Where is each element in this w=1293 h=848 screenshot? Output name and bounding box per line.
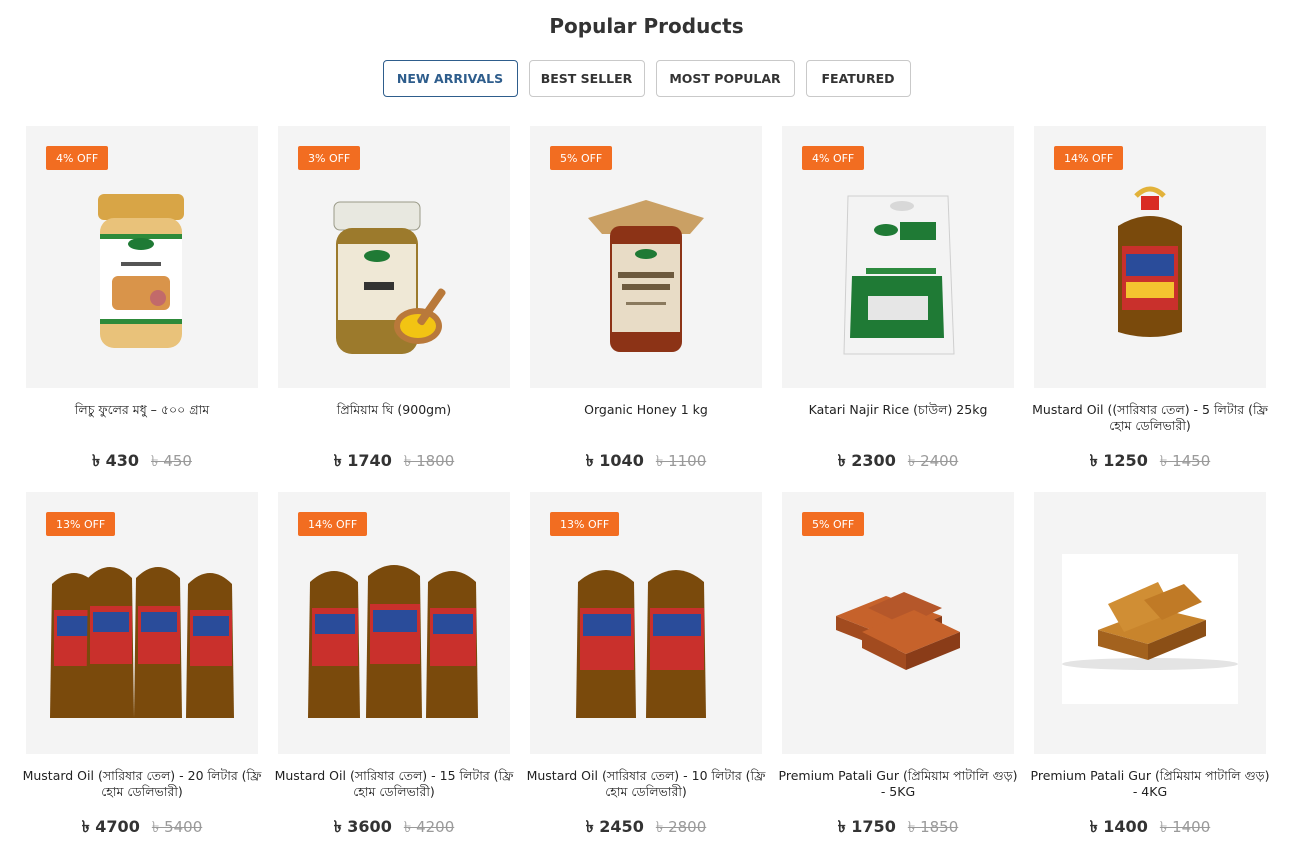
product-image[interactable]: 5% OFF [782, 492, 1014, 754]
old-price: ৳ 1450 [1159, 452, 1211, 470]
product-card[interactable]: 14% OFF Mustard Oil ((সারিষার তেল) - 5 ল… [1032, 126, 1268, 492]
current-price: ৳ 430 [92, 451, 140, 470]
current-price: ৳ 4700 [81, 817, 140, 836]
product-name[interactable]: প্রিমিয়াম ঘি (900gm) [272, 402, 516, 418]
discount-badge: 5% OFF [550, 146, 613, 170]
section-title: Popular Products [549, 14, 744, 38]
product-prices: ৳ 1750 ৳ 1850 [782, 814, 1014, 841]
current-price: ৳ 1250 [1089, 451, 1148, 470]
product-name[interactable]: Mustard Oil ((সারিষার তেল) - 5 লিটার (ফ্… [1028, 402, 1272, 434]
product-image[interactable]: 4% OFF [26, 126, 258, 388]
old-price: ৳ 2400 [907, 452, 959, 470]
product-card[interactable]: 5% OFF Premium Patali Gur (প্রিমিয়াম পা… [779, 492, 1017, 848]
discount-badge: 3% OFF [298, 146, 361, 170]
old-price: ৳ 5400 [151, 818, 203, 836]
product-prices: ৳ 2450 ৳ 2800 [530, 814, 762, 841]
tab-best-seller[interactable]: BEST SELLER [528, 60, 645, 97]
tab-new-arrivals[interactable]: NEW ARRIVALS [382, 60, 518, 97]
product-card[interactable]: 3% OFF প্রিমিয়াম ঘি (900gm) ৳ 1740 ৳ 18… [278, 126, 510, 492]
discount-badge: 13% OFF [550, 512, 620, 536]
product-prices: ৳ 1400 ৳ 1400 [1034, 814, 1266, 841]
old-price: ৳ 1850 [907, 818, 959, 836]
current-price: ৳ 1400 [1089, 817, 1148, 836]
tab-featured[interactable]: FEATURED [805, 60, 911, 97]
discount-badge: 14% OFF [298, 512, 368, 536]
product-card[interactable]: 14% OFF Mustard Oil (সারিষার তেল) - 15 ল… [275, 492, 513, 848]
product-name[interactable]: Organic Honey 1 kg [524, 402, 768, 418]
current-price: ৳ 1040 [585, 451, 644, 470]
product-card[interactable]: 4% OFF লিচু ফুলের মধু – ৫০০ গ্রাম ৳ 430 … [26, 126, 258, 492]
product-card[interactable]: 5% OFF Organic Honey 1 kg ৳ 1040 ৳ 1100 [530, 126, 762, 492]
product-prices: ৳ 1740 ৳ 1800 [278, 448, 510, 475]
product-image[interactable] [1034, 492, 1266, 754]
product-name[interactable]: Premium Patali Gur (প্রিমিয়াম পাটালি গু… [776, 768, 1020, 800]
current-price: ৳ 1740 [333, 451, 392, 470]
product-image[interactable]: 14% OFF [1034, 126, 1266, 388]
product-image[interactable]: 5% OFF [530, 126, 762, 388]
current-price: ৳ 2300 [837, 451, 896, 470]
product-image[interactable]: 4% OFF [782, 126, 1014, 388]
product-prices: ৳ 430 ৳ 450 [26, 448, 258, 475]
product-name[interactable]: Katari Najir Rice (চাউল) 25kg [776, 402, 1020, 418]
product-image[interactable]: 3% OFF [278, 126, 510, 388]
product-card[interactable]: 13% OFF Mustard Oil (সারিষার তেল) - 20 ল… [23, 492, 261, 848]
current-price: ৳ 3600 [333, 817, 392, 836]
old-price: ৳ 1100 [655, 452, 707, 470]
product-card[interactable]: 4% OFF Katari Najir Rice (চাউল) 25kg ৳ 2… [782, 126, 1014, 492]
tab-most-popular[interactable]: MOST POPULAR [655, 60, 795, 97]
product-name[interactable]: Mustard Oil (সারিষার তেল) - 10 লিটার (ফ্… [524, 768, 768, 800]
product-image[interactable]: 13% OFF [530, 492, 762, 754]
current-price: ৳ 2450 [585, 817, 644, 836]
old-price: ৳ 2800 [655, 818, 707, 836]
old-price: ৳ 1800 [403, 452, 455, 470]
discount-badge: 4% OFF [802, 146, 865, 170]
product-image[interactable]: 13% OFF [26, 492, 258, 754]
product-tabs: NEW ARRIVALS BEST SELLER MOST POPULAR FE… [0, 60, 1293, 97]
discount-badge: 13% OFF [46, 512, 116, 536]
product-grid: 4% OFF লিচু ফুলের মধু – ৫০০ গ্রাম ৳ 430 … [23, 126, 1269, 848]
old-price: ৳ 4200 [403, 818, 455, 836]
current-price: ৳ 1750 [837, 817, 896, 836]
product-image[interactable]: 14% OFF [278, 492, 510, 754]
product-prices: ৳ 3600 ৳ 4200 [278, 814, 510, 841]
product-card[interactable]: 13% OFF Mustard Oil (সারিষার তেল) - 10 ল… [527, 492, 765, 848]
discount-badge: 5% OFF [802, 512, 865, 536]
product-prices: ৳ 4700 ৳ 5400 [26, 814, 258, 841]
product-name[interactable]: লিচু ফুলের মধু – ৫০০ গ্রাম [20, 402, 264, 418]
product-name[interactable]: Premium Patali Gur (প্রিমিয়াম পাটালি গু… [1028, 768, 1272, 800]
product-name[interactable]: Mustard Oil (সারিষার তেল) - 20 লিটার (ফ্… [20, 768, 264, 800]
discount-badge: 14% OFF [1054, 146, 1124, 170]
product-name[interactable]: Mustard Oil (সারিষার তেল) - 15 লিটার (ফ্… [272, 768, 516, 800]
old-price: ৳ 450 [151, 452, 192, 470]
product-prices: ৳ 1040 ৳ 1100 [530, 448, 762, 475]
old-price: ৳ 1400 [1159, 818, 1211, 836]
product-prices: ৳ 1250 ৳ 1450 [1034, 448, 1266, 475]
product-card[interactable]: Premium Patali Gur (প্রিমিয়াম পাটালি গু… [1031, 492, 1269, 848]
discount-badge: 4% OFF [46, 146, 109, 170]
patali-gur-icon [1062, 554, 1238, 704]
product-prices: ৳ 2300 ৳ 2400 [782, 448, 1014, 475]
